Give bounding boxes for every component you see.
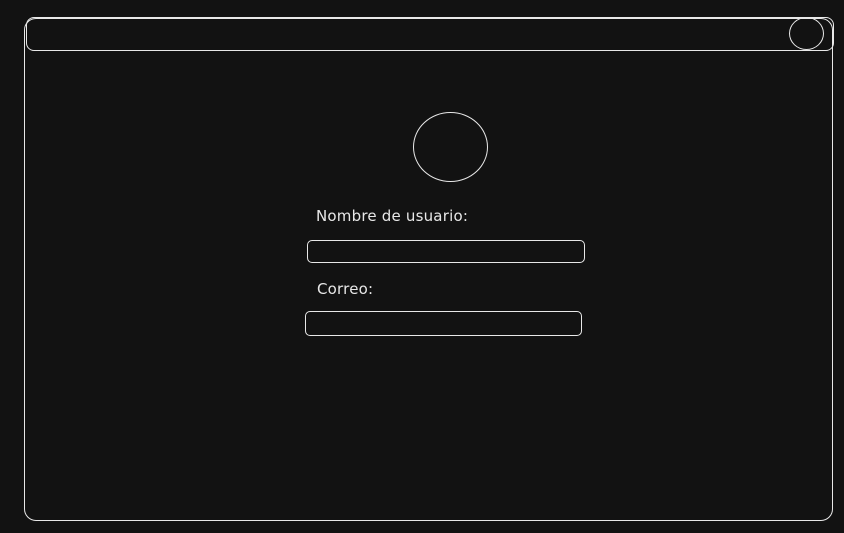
email-input[interactable]: [305, 311, 582, 336]
title-bar: [26, 17, 834, 51]
email-label: Correo:: [317, 280, 374, 298]
avatar: [413, 112, 488, 182]
username-label: Nombre de usuario:: [316, 207, 469, 225]
window-circle-button[interactable]: [789, 17, 824, 50]
username-input[interactable]: [307, 240, 585, 263]
window-frame: [24, 18, 833, 521]
